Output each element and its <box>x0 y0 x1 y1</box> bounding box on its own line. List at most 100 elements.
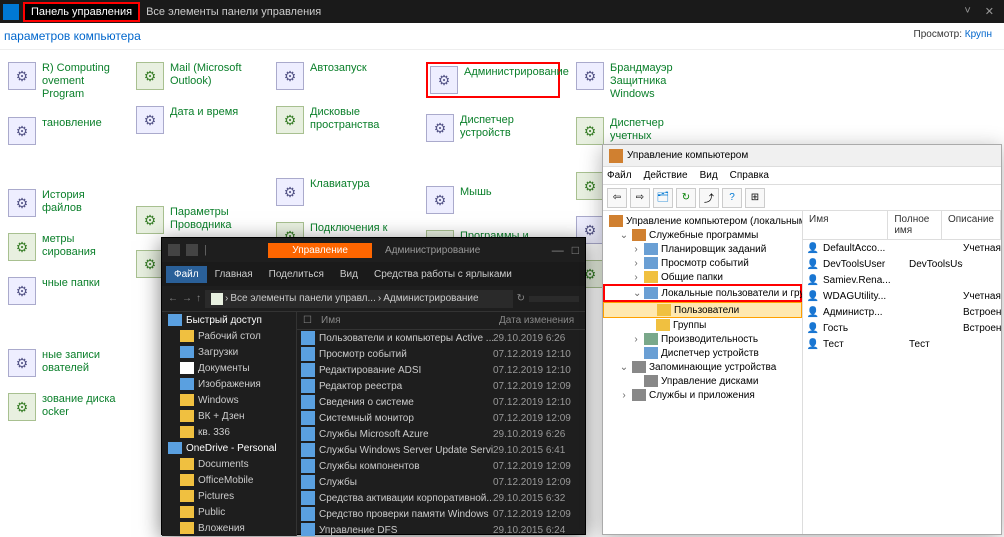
mmc-tree-node[interactable]: Группы <box>603 318 802 332</box>
subtitle-text: параметров компьютера <box>4 29 141 43</box>
user-row[interactable]: 👤WDAGUtility...Учетная запись <box>803 288 1001 304</box>
user-icon: 👤 <box>806 273 820 287</box>
file-row[interactable]: Редактор реестра07.12.2019 12:09 <box>297 378 585 394</box>
export-icon[interactable]: ⤴ <box>699 188 719 208</box>
user-row[interactable]: 👤ГостьВстроенная уч <box>803 320 1001 336</box>
file-row[interactable]: Просмотр событий07.12.2019 12:10 <box>297 346 585 362</box>
node-icon <box>644 243 658 255</box>
title-sub: Все элементы панели управления <box>146 6 321 18</box>
up-icon[interactable]: 🗂 <box>653 188 673 208</box>
file-row[interactable]: Управление DFS29.10.2015 6:24 <box>297 522 585 536</box>
mmc-tree-node[interactable]: ›Планировщик заданий <box>603 242 802 256</box>
mmc-tree-node[interactable]: Пользователи <box>603 302 802 318</box>
cp-item[interactable]: ⚙Администрирование <box>426 62 560 98</box>
tree-item[interactable]: Windows <box>162 392 296 408</box>
file-row[interactable]: Редактирование ADSI07.12.2019 12:10 <box>297 362 585 378</box>
mmc-tree-node[interactable]: ›Просмотр событий <box>603 256 802 270</box>
dropdown-icon[interactable]: ˅ <box>964 5 970 18</box>
cp-item[interactable]: ⚙Дисковые пространства <box>276 106 410 134</box>
tree-item[interactable]: Документы <box>162 360 296 376</box>
file-row[interactable]: Пользователи и компьютеры Active ...29.1… <box>297 330 585 346</box>
user-row[interactable]: 👤Samiev.Rena... <box>803 272 1001 288</box>
ribbon-tab[interactable]: Администрирование <box>375 243 490 258</box>
mmc-tree-node[interactable]: ⌄Запоминающие устройства <box>603 360 802 374</box>
nav-back-icon[interactable]: ← <box>168 293 178 304</box>
cp-item[interactable]: ⚙R) Computing ovement Program <box>8 62 120 101</box>
node-icon <box>657 304 671 316</box>
file-menu[interactable]: Файл <box>166 266 207 283</box>
cp-item-icon: ⚙ <box>8 393 36 421</box>
mmc-tree-node[interactable]: Управление компьютером (локальным) <box>603 214 802 228</box>
checkbox-header[interactable]: ☐ <box>297 312 315 329</box>
min-icon[interactable]: — <box>552 243 564 257</box>
file-row[interactable]: Службы Windows Server Update Servi...29.… <box>297 442 585 458</box>
refresh-icon[interactable]: ↻ <box>676 188 696 208</box>
cp-item[interactable]: ⚙Автозапуск <box>276 62 410 90</box>
mmc-icon <box>609 149 623 163</box>
fwd-icon[interactable]: ⇨ <box>630 188 650 208</box>
mmc-tree-node[interactable]: ⌄Служебные программы <box>603 228 802 242</box>
tree-item[interactable]: кв. 336 <box>162 424 296 440</box>
user-row[interactable]: 👤Администр...Встроенная уч <box>803 304 1001 320</box>
mmc-tree-node[interactable]: ›Службы и приложения <box>603 388 802 402</box>
tree-item[interactable]: Изображения <box>162 376 296 392</box>
cp-item[interactable]: ⚙Параметры Проводника <box>136 206 260 234</box>
tree-item[interactable]: Public <box>162 504 296 520</box>
mmc-tree-node[interactable]: ⌄Локальные пользователи и группы <box>603 284 802 302</box>
cp-item[interactable]: ⚙Диспетчер устройств <box>426 114 560 142</box>
mmc-tree-node[interactable]: Управление дисками <box>603 374 802 388</box>
shortcut-icon <box>301 459 315 473</box>
tree-item[interactable]: Documents <box>162 456 296 472</box>
nav-up-icon[interactable]: ↑ <box>196 293 201 304</box>
file-row[interactable]: Средство проверки памяти Windows07.12.20… <box>297 506 585 522</box>
cp-item-icon: ⚙ <box>426 114 454 142</box>
props-icon[interactable]: ⊞ <box>745 188 765 208</box>
back-icon[interactable]: ⇦ <box>607 188 627 208</box>
node-icon <box>632 229 646 241</box>
refresh-icon[interactable]: ↻ <box>517 293 525 304</box>
mmc-tree-node[interactable]: ›Производительность <box>603 332 802 346</box>
tree-item[interactable]: Рабочий стол <box>162 328 296 344</box>
node-icon <box>609 215 623 227</box>
shortcut-icon <box>301 491 315 505</box>
user-row[interactable]: 👤DefaultAcco...Учетная запись <box>803 240 1001 256</box>
user-row[interactable]: 👤DevToolsUserDevToolsUser <box>803 256 1001 272</box>
tree-item[interactable]: Вложения <box>162 520 296 536</box>
cp-item[interactable]: ⚙чные папки <box>8 277 120 305</box>
tree-item[interactable]: OneDrive - Personal <box>162 440 296 456</box>
help-icon[interactable]: ? <box>722 188 742 208</box>
tree-item[interactable]: Pictures <box>162 488 296 504</box>
shortcut-icon <box>301 411 315 425</box>
cp-item[interactable]: ⚙Mail (Microsoft Outlook) <box>136 62 260 90</box>
cp-item[interactable]: ⚙метры сирования <box>8 233 120 261</box>
file-row[interactable]: Службы компонентов07.12.2019 12:09 <box>297 458 585 474</box>
cp-item[interactable]: ⚙Клавиатура <box>276 178 410 206</box>
file-row[interactable]: Средства активации корпоративной...29.10… <box>297 490 585 506</box>
mmc-tree-node[interactable]: Диспетчер устройств <box>603 346 802 360</box>
tree-item[interactable]: ВК + Дзен <box>162 408 296 424</box>
cp-item[interactable]: ⚙Дата и время <box>136 106 260 134</box>
tree-item[interactable]: OfficeMobile <box>162 472 296 488</box>
cp-item[interactable]: ⚙ные записи ователей <box>8 349 120 377</box>
max-icon[interactable]: □ <box>572 243 579 257</box>
address-path[interactable]: ›Все элементы панели управл... ›Админист… <box>205 290 513 308</box>
nav-fwd-icon[interactable]: → <box>182 293 192 304</box>
tree-item[interactable]: Загрузки <box>162 344 296 360</box>
file-row[interactable]: Системный монитор07.12.2019 12:09 <box>297 410 585 426</box>
file-row[interactable]: Сведения о системе07.12.2019 12:10 <box>297 394 585 410</box>
close-icon[interactable]: ✕ <box>985 5 994 18</box>
cp-item[interactable]: ⚙История файлов <box>8 189 120 217</box>
cp-item[interactable]: ⚙Мышь <box>426 186 560 214</box>
mmc-title-text: Управление компьютером <box>627 150 748 161</box>
ribbon-tab-active[interactable]: Управление <box>268 243 372 258</box>
file-row[interactable]: Службы Microsoft Azure29.10.2019 6:26 <box>297 426 585 442</box>
mmc-tree-node[interactable]: ›Общие папки <box>603 270 802 284</box>
cp-item[interactable]: ⚙Брандмауэр Защитника Windows <box>576 62 695 101</box>
tree-item[interactable]: Быстрый доступ <box>162 312 296 328</box>
user-row[interactable]: 👤ТестТест <box>803 336 1001 352</box>
cp-item[interactable]: ⚙тановление <box>8 117 120 145</box>
file-row[interactable]: Службы07.12.2019 12:09 <box>297 474 585 490</box>
cp-item[interactable]: ⚙зование диска ocker <box>8 393 120 421</box>
cp-item-label: зование диска ocker <box>42 393 116 419</box>
search-input[interactable] <box>529 296 579 302</box>
